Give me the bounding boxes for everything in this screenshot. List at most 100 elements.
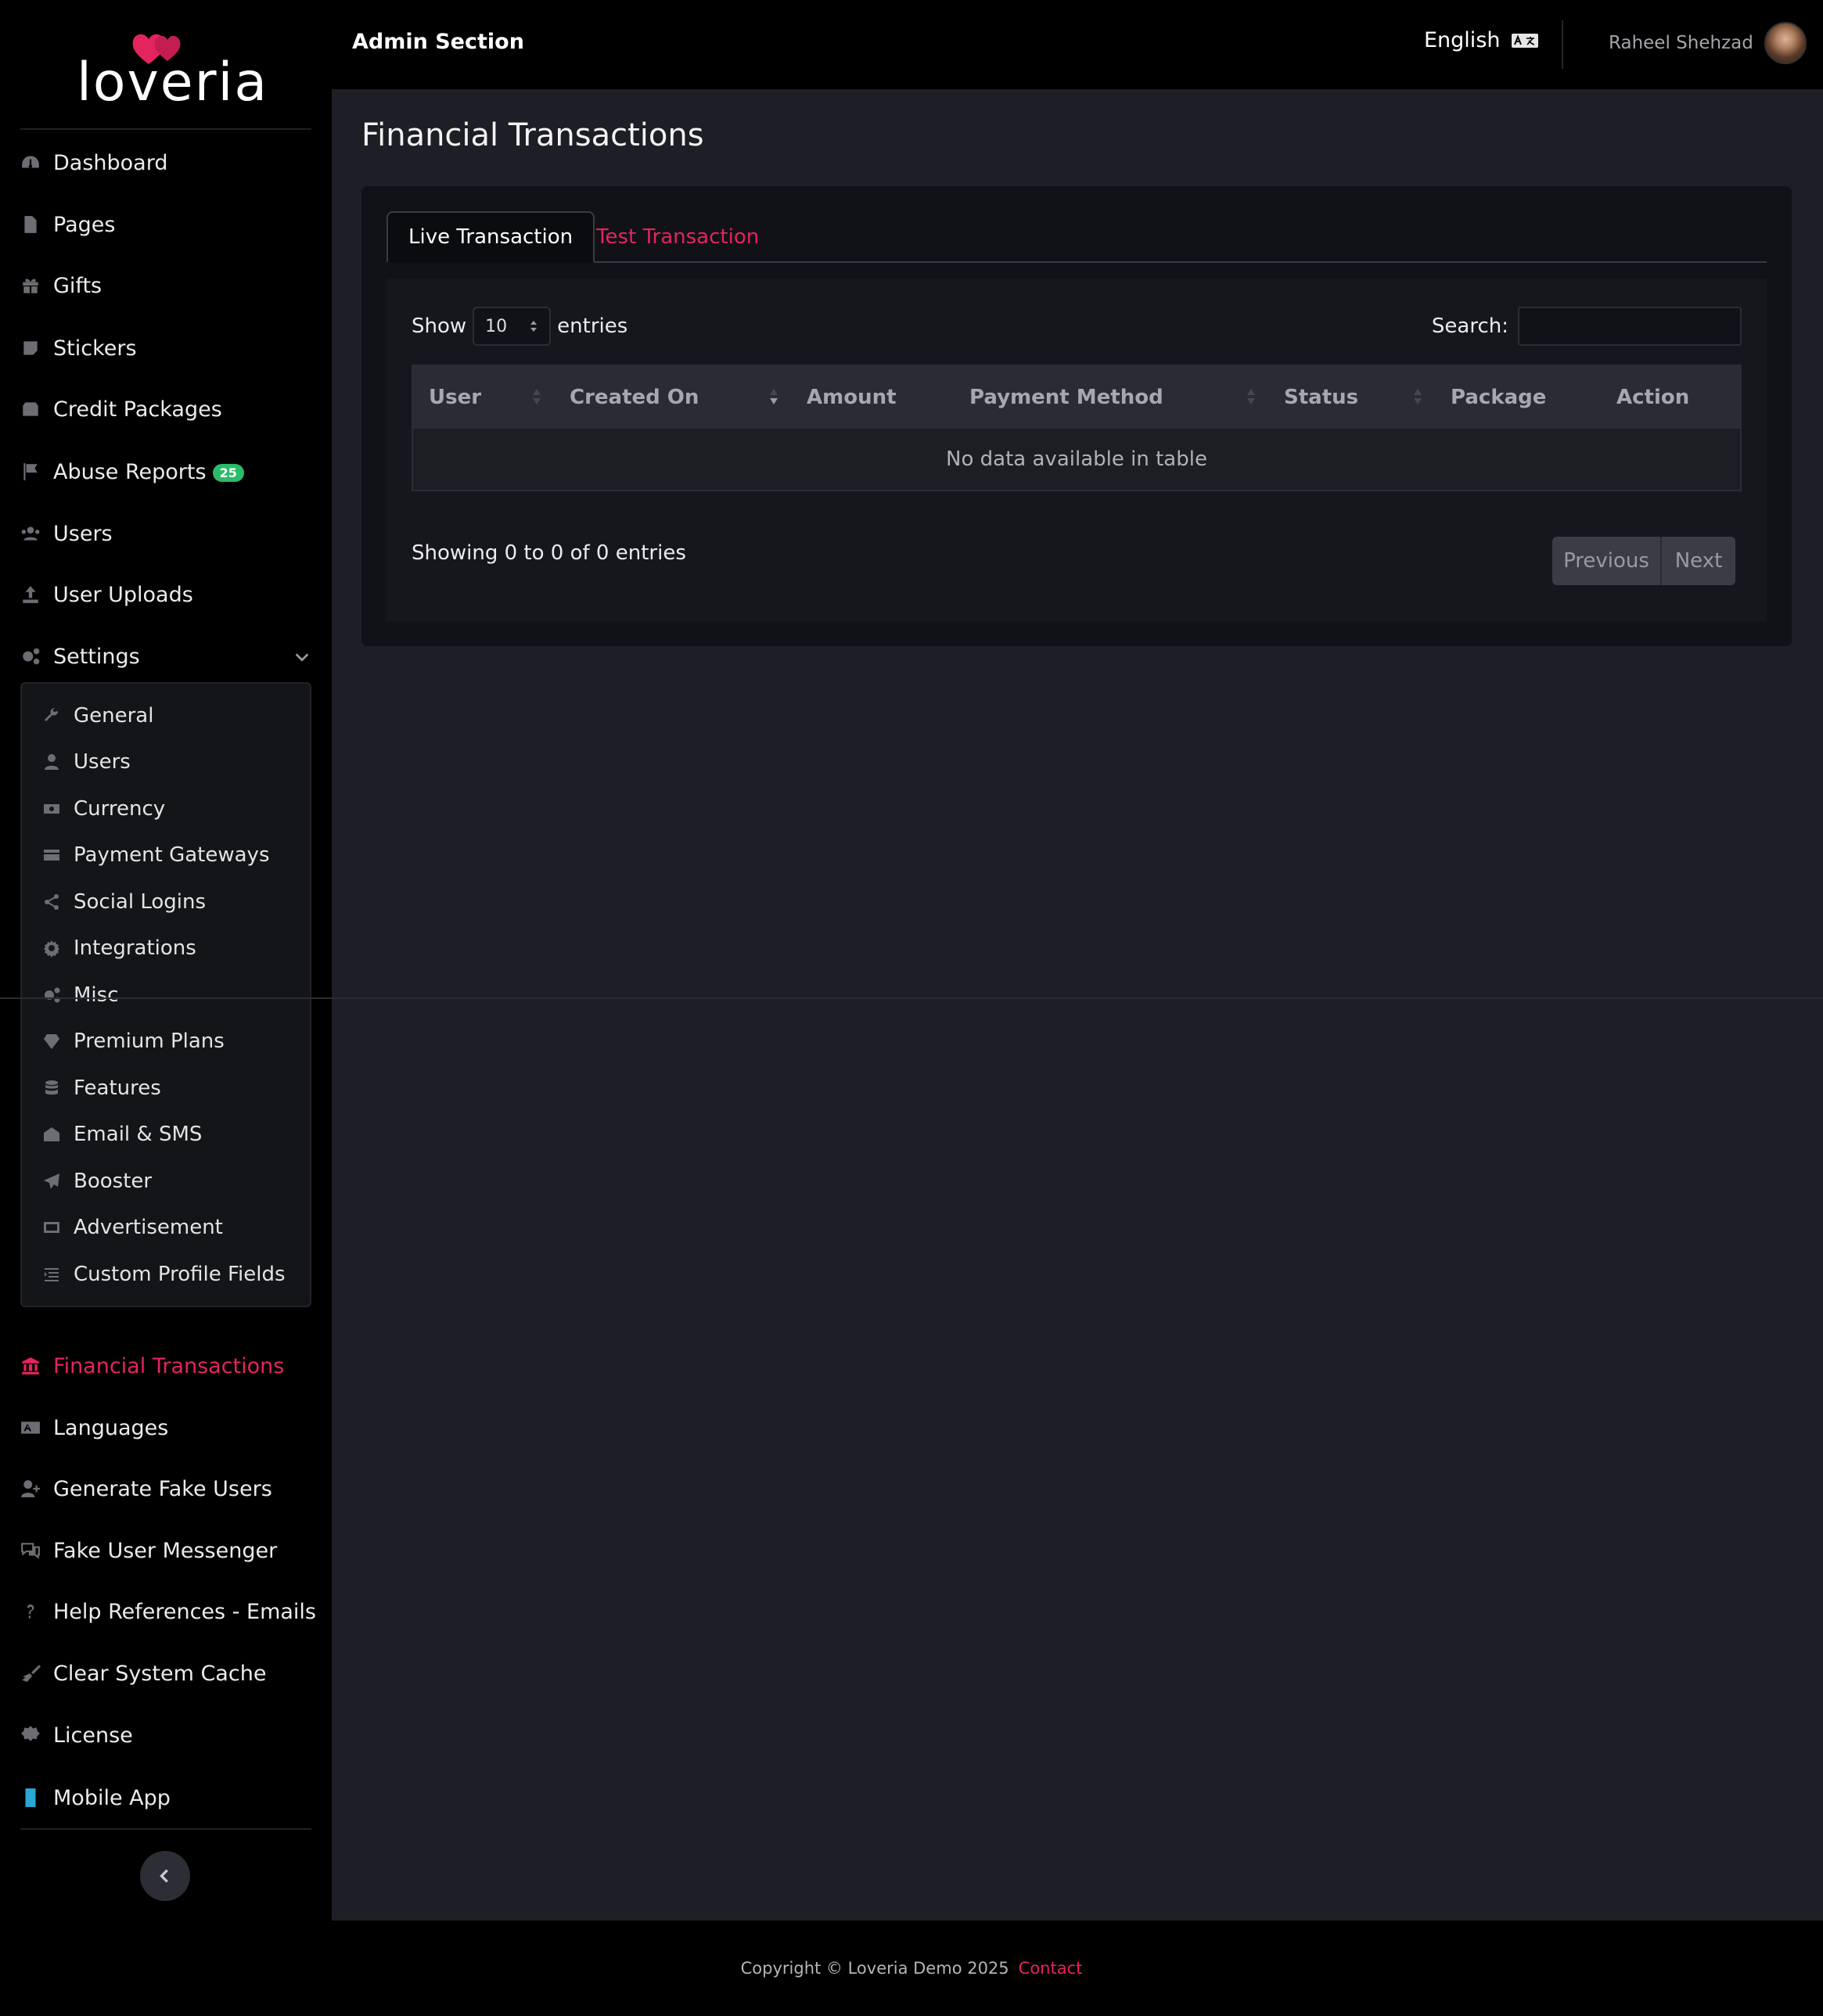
- gear-icon: [41, 937, 63, 959]
- sidebar-item-label: Settings: [53, 644, 140, 669]
- settings-item-integrations[interactable]: Integrations: [41, 929, 307, 968]
- next-page-button[interactable]: Next: [1662, 537, 1735, 585]
- sidebar-item-label: Financial Transactions: [53, 1353, 285, 1378]
- sort-arrows-icon: [530, 321, 538, 332]
- settings-submenu: General Users Currency Payment Gateways …: [20, 682, 311, 1307]
- abuse-count-badge: 25: [212, 463, 244, 482]
- bank-icon: [19, 1354, 42, 1378]
- sidebar-item-stickers[interactable]: Stickers: [19, 326, 316, 370]
- sidebar-divider: [20, 1828, 311, 1830]
- settings-item-general[interactable]: General: [41, 696, 307, 735]
- sidebar-item-label: Stickers: [53, 336, 137, 361]
- settings-item-label: Social Logins: [74, 890, 207, 914]
- table-search: Search:: [1432, 307, 1742, 346]
- pagination: Previous Next: [1552, 537, 1735, 585]
- entries-select[interactable]: 10: [473, 307, 552, 346]
- column-label: Amount: [807, 386, 897, 409]
- previous-page-button[interactable]: Previous: [1552, 537, 1662, 585]
- settings-item-email-sms[interactable]: Email & SMS: [41, 1115, 307, 1154]
- settings-item-users[interactable]: Users: [41, 742, 307, 782]
- settings-item-custom-profile-fields[interactable]: Custom Profile Fields: [41, 1255, 307, 1294]
- broom-icon: [19, 1662, 42, 1685]
- chevron-left-icon: [160, 1869, 168, 1883]
- empty-table-row: No data available in table: [413, 429, 1740, 490]
- settings-item-misc[interactable]: Misc: [41, 976, 307, 1015]
- admin-section-title: Admin Section: [352, 30, 524, 54]
- language-switcher[interactable]: English: [1424, 28, 1538, 52]
- settings-item-features[interactable]: Features: [41, 1069, 307, 1108]
- settings-item-label: Premium Plans: [74, 1030, 225, 1053]
- sidebar-item-clear-system-cache[interactable]: Clear System Cache: [19, 1651, 316, 1695]
- settings-item-label: Integrations: [74, 936, 196, 960]
- sidebar-item-label: License: [53, 1723, 133, 1748]
- brand-logo[interactable]: loveria: [77, 31, 267, 113]
- sidebar-item-users[interactable]: Users: [19, 512, 316, 555]
- users-icon: [19, 522, 42, 545]
- sidebar-collapse-button[interactable]: [140, 1851, 190, 1901]
- column-label: Created On: [570, 386, 699, 409]
- column-header-user[interactable]: User: [413, 366, 554, 429]
- search-input[interactable]: [1518, 307, 1742, 346]
- upload-icon: [19, 583, 42, 606]
- column-header-created-on[interactable]: Created On: [554, 366, 791, 429]
- contact-link[interactable]: Contact: [1019, 1959, 1083, 1978]
- settings-item-currency[interactable]: Currency: [41, 789, 307, 828]
- sidebar-item-label: Users: [53, 521, 113, 546]
- show-label: Show: [412, 314, 467, 338]
- sidebar-item-license[interactable]: License: [19, 1713, 316, 1757]
- flag-icon: [19, 460, 42, 483]
- wrench-icon: [41, 705, 63, 727]
- sidebar-item-help-references[interactable]: Help References - Emails: [19, 1590, 316, 1633]
- settings-item-label: Users: [74, 750, 131, 774]
- sidebar-item-abuse-reports[interactable]: Abuse Reports 25: [19, 450, 316, 494]
- comments-icon: [19, 1539, 42, 1562]
- sidebar-item-user-uploads[interactable]: User Uploads: [19, 573, 316, 616]
- sort-icon: [1414, 389, 1422, 404]
- sidebar-item-fake-user-messenger[interactable]: Fake User Messenger: [19, 1529, 316, 1572]
- settings-item-payment-gateways[interactable]: Payment Gateways: [41, 836, 307, 875]
- sidebar-item-financial-transactions[interactable]: Financial Transactions: [19, 1344, 316, 1388]
- entries-label: entries: [557, 314, 628, 338]
- file-icon: [19, 213, 42, 236]
- settings-item-premium-plans[interactable]: Premium Plans: [41, 1022, 307, 1061]
- language-icon: [1511, 33, 1538, 48]
- sidebar-item-label: Languages: [53, 1415, 169, 1440]
- ad-icon: [41, 1216, 63, 1238]
- sidebar-item-dashboard[interactable]: Dashboard: [19, 141, 316, 185]
- sidebar-item-languages[interactable]: Languages: [19, 1406, 316, 1450]
- credit-card-icon: [41, 844, 63, 866]
- cogs-icon: [19, 645, 42, 668]
- settings-item-advertisement[interactable]: Advertisement: [41, 1208, 307, 1247]
- gift-icon: [19, 274, 42, 297]
- settings-item-label: Features: [74, 1076, 161, 1100]
- sidebar-item-generate-fake-users[interactable]: Generate Fake Users: [19, 1467, 316, 1511]
- column-label: User: [429, 386, 482, 409]
- settings-item-label: Payment Gateways: [74, 843, 270, 867]
- chevron-down-icon[interactable]: [293, 649, 311, 666]
- tab-test-transaction[interactable]: Test Transaction: [576, 211, 779, 263]
- sticky-note-icon: [19, 336, 42, 360]
- settings-item-booster[interactable]: Booster: [41, 1162, 307, 1201]
- sidebar-item-credit-packages[interactable]: Credit Packages: [19, 387, 316, 431]
- sidebar-item-mobile-app[interactable]: Mobile App: [19, 1776, 316, 1820]
- tab-live-transaction[interactable]: Live Transaction: [387, 211, 595, 263]
- column-header-payment-method[interactable]: Payment Method: [954, 366, 1268, 429]
- settings-item-label: Booster: [74, 1170, 153, 1193]
- settings-item-social-logins[interactable]: Social Logins: [41, 882, 307, 922]
- user-menu[interactable]: Raheel Shehzad: [1609, 22, 1807, 64]
- sidebar-item-pages[interactable]: Pages: [19, 203, 316, 246]
- paper-plane-icon: [41, 1170, 63, 1192]
- sidebar-item-gifts[interactable]: Gifts: [19, 264, 316, 307]
- share-icon: [41, 891, 63, 913]
- column-header-status[interactable]: Status: [1268, 366, 1435, 429]
- column-label: Package: [1451, 386, 1547, 409]
- table-info: Showing 0 to 0 of 0 entries: [412, 541, 686, 565]
- entries-length-control: Show 10 entries: [412, 307, 627, 346]
- table-header: User Created On Amount Payment Method St…: [413, 366, 1740, 429]
- sidebar-item-label: Gifts: [53, 273, 102, 298]
- user-icon: [41, 751, 63, 773]
- brand-name: loveria: [77, 52, 269, 113]
- sidebar-item-settings[interactable]: Settings: [19, 634, 316, 678]
- cogs-icon: [41, 984, 63, 1006]
- column-header-action: Action: [1601, 366, 1740, 429]
